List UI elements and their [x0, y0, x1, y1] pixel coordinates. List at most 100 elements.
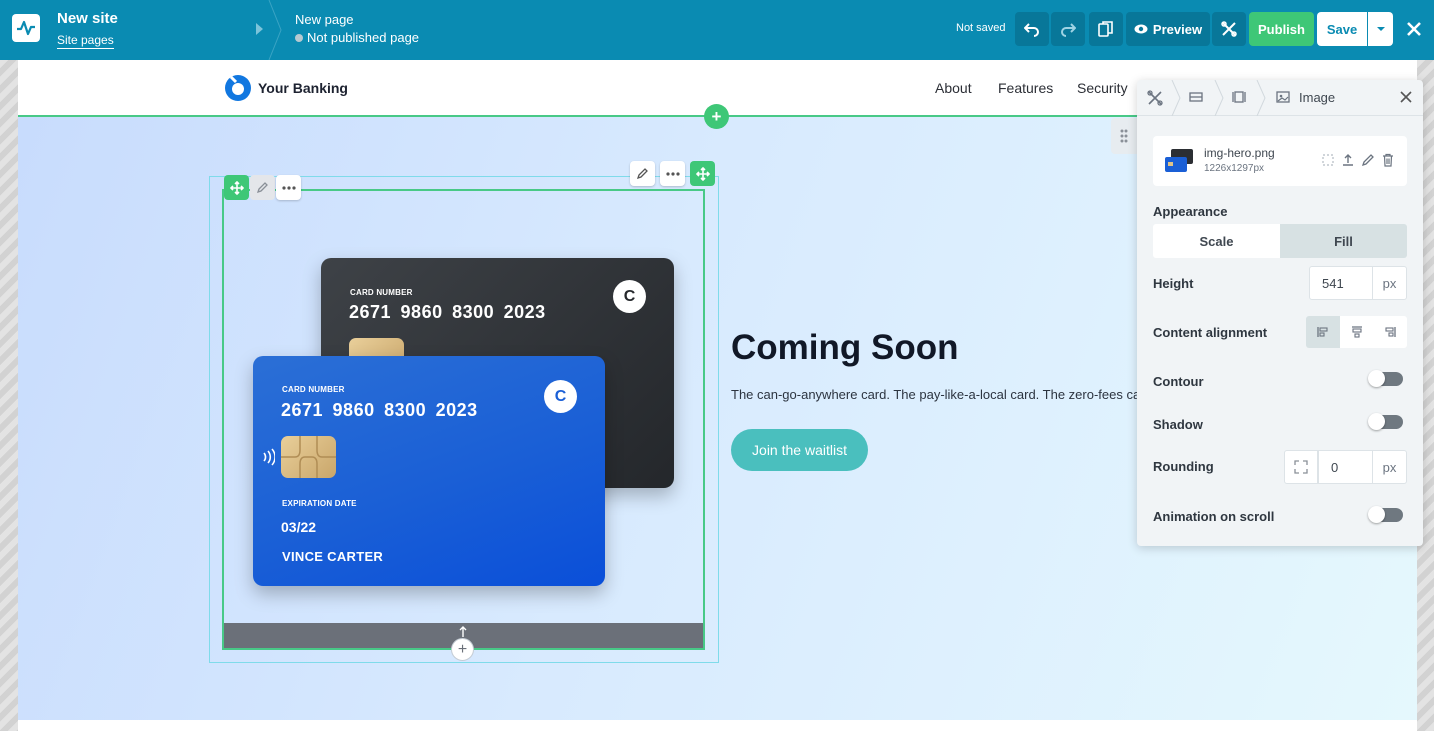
pencil-icon — [256, 182, 268, 194]
block-more-button[interactable] — [276, 175, 301, 200]
chevron-down-icon — [1376, 27, 1385, 31]
contactless-icon — [263, 448, 275, 466]
publish-button[interactable]: Publish — [1249, 12, 1314, 46]
file-name: img-hero.png — [1204, 146, 1275, 160]
move-column-button[interactable] — [690, 161, 715, 186]
expiration-date: 03/22 — [281, 519, 317, 535]
content-alignment-group — [1306, 316, 1407, 348]
shadow-toggle[interactable] — [1368, 413, 1403, 430]
move-icon — [229, 180, 244, 195]
height-label: Height — [1153, 276, 1194, 291]
close-editor-button[interactable] — [1402, 12, 1426, 46]
save-button[interactable]: Save — [1317, 12, 1367, 46]
column-icon[interactable] — [1232, 90, 1246, 104]
card-blue: CARD NUMBER 2671 9860 8300 2023 C EXPIRA… — [253, 356, 605, 586]
shadow-label: Shadow — [1153, 417, 1203, 432]
card-number-label: CARD NUMBER — [350, 288, 413, 297]
hero-subtitle[interactable]: The can-go-anywhere card. The pay-like-a… — [731, 387, 1141, 402]
site-title: New site — [57, 10, 118, 27]
pages-button[interactable] — [1089, 12, 1123, 46]
rounding-input[interactable]: 0 — [1318, 450, 1373, 484]
brand[interactable]: Your Banking — [224, 74, 348, 102]
preview-label: Preview — [1152, 21, 1203, 37]
card-number: 2671 9860 8300 2023 — [281, 400, 478, 420]
image-icon — [1276, 91, 1290, 103]
panel-drag-handle[interactable] — [1111, 118, 1137, 154]
eye-icon — [1134, 24, 1148, 34]
add-section-button[interactable]: + — [704, 104, 729, 129]
corners-icon — [1294, 460, 1308, 474]
appearance-toggle: Scale Fill — [1153, 224, 1407, 258]
undo-icon — [1024, 23, 1039, 37]
edit-column-button[interactable] — [630, 161, 655, 186]
trash-icon[interactable] — [1381, 153, 1395, 167]
expiration-label: EXPIRATION DATE — [282, 499, 357, 508]
align-bottom-icon — [1385, 327, 1396, 337]
page-name[interactable]: New page — [295, 12, 354, 27]
more-icon — [665, 171, 680, 176]
height-unit: px — [1373, 266, 1407, 300]
animation-toggle[interactable] — [1368, 506, 1403, 523]
align-top-icon — [1317, 327, 1328, 337]
nav-link-features[interactable]: Features — [998, 80, 1053, 96]
redo-button[interactable] — [1051, 12, 1085, 46]
brand-logo-icon — [225, 75, 251, 101]
section-icon[interactable] — [1189, 90, 1203, 104]
nav-link-about[interactable]: About — [935, 80, 972, 96]
next-section — [18, 720, 1417, 731]
align-center-icon — [1351, 326, 1362, 338]
breadcrumb-divider — [1256, 80, 1266, 116]
align-bottom-button[interactable] — [1373, 316, 1407, 348]
more-icon — [281, 185, 296, 190]
save-options-button[interactable] — [1368, 12, 1393, 46]
card-logo: C — [613, 280, 646, 313]
close-icon[interactable] — [1399, 90, 1413, 104]
editor-toolbar: New site Site pages New page Not publish… — [0, 0, 1434, 60]
panel-breadcrumb: Image — [1137, 80, 1423, 116]
redo-icon — [1061, 23, 1076, 37]
rounding-label: Rounding — [1153, 459, 1214, 474]
upload-icon[interactable] — [1341, 153, 1355, 167]
pages-icon — [1098, 21, 1113, 37]
column-more-button[interactable] — [660, 161, 685, 186]
chevron-right-icon[interactable] — [254, 22, 264, 41]
contour-toggle[interactable] — [1368, 370, 1403, 387]
app-logo-icon[interactable] — [12, 14, 40, 42]
crop-icon[interactable] — [1321, 153, 1335, 167]
image-file-card[interactable]: img-hero.png 1226x1297px — [1153, 136, 1407, 186]
edit-block-button[interactable] — [250, 175, 275, 200]
file-dimensions: 1226x1297px — [1204, 163, 1265, 174]
add-block-below-button[interactable]: + — [451, 638, 474, 661]
card-number: 2671 9860 8300 2023 — [349, 302, 546, 322]
breadcrumb-divider — [1214, 80, 1224, 116]
pencil-icon[interactable] — [1361, 153, 1375, 167]
rounding-corners-button[interactable] — [1284, 450, 1318, 484]
tools-icon[interactable] — [1147, 90, 1163, 106]
align-top-button[interactable] — [1306, 316, 1340, 348]
breadcrumb-divider — [1171, 80, 1181, 116]
card-logo: C — [544, 380, 577, 413]
height-input[interactable]: 541 — [1309, 266, 1373, 300]
resize-handle-icon[interactable] — [457, 626, 469, 638]
hero-title[interactable]: Coming Soon — [731, 328, 958, 368]
pencil-icon — [636, 168, 648, 180]
site-pages-link[interactable]: Site pages — [57, 33, 114, 49]
status-dot-icon — [295, 33, 303, 42]
undo-button[interactable] — [1015, 12, 1049, 46]
move-block-button[interactable] — [224, 175, 249, 200]
page-status: Not published page — [295, 30, 419, 45]
card-number-label: CARD NUMBER — [282, 385, 345, 394]
animation-label: Animation on scroll — [1153, 509, 1275, 524]
rounding-unit: px — [1373, 450, 1407, 484]
align-center-button[interactable] — [1339, 316, 1374, 348]
image-thumbnail — [1165, 149, 1193, 172]
appearance-scale-option[interactable]: Scale — [1153, 224, 1280, 258]
join-waitlist-button[interactable]: Join the waitlist — [731, 429, 868, 471]
save-status: Not saved — [956, 22, 1006, 34]
panel-title: Image — [1299, 90, 1336, 105]
appearance-fill-option[interactable]: Fill — [1280, 224, 1407, 258]
tools-button[interactable] — [1212, 12, 1246, 46]
preview-button[interactable]: Preview — [1126, 12, 1210, 46]
nav-link-security[interactable]: Security — [1077, 80, 1128, 96]
move-icon — [695, 166, 710, 181]
